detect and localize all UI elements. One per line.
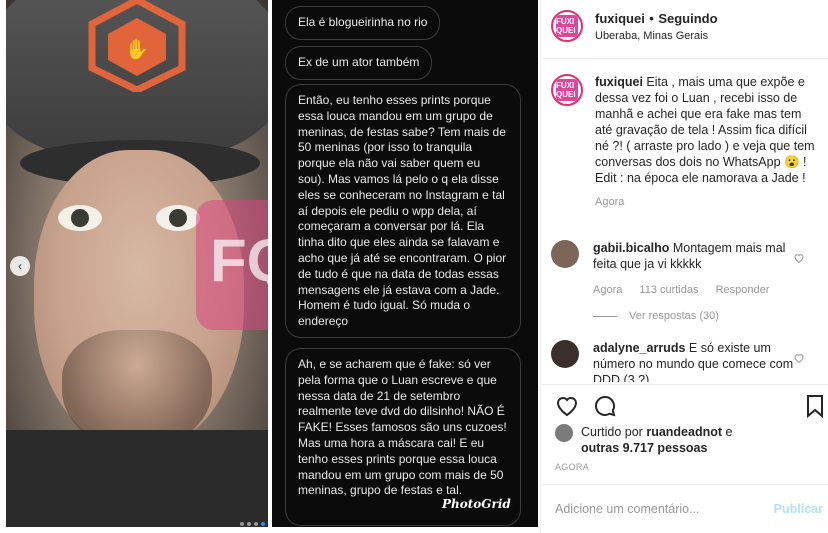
chat-bubble-text: Ela é blogueirinha no rio [298, 15, 428, 29]
carousel-dot-active [261, 522, 265, 526]
view-replies[interactable]: Ver respostas (30) [593, 308, 799, 324]
bookmark-icon[interactable] [803, 394, 827, 418]
caption-edit: Edit : na época ele namorava a Jade ! [595, 171, 806, 185]
comment: adalyne_arruds E só existe um número no … [551, 340, 821, 382]
comment-likes[interactable]: 113 curtidas [639, 284, 698, 296]
brand-watermark-icon: FQ [196, 200, 268, 330]
chat-screenshot: Ela é blogueirinha no rio Ex de um ator … [272, 0, 538, 527]
chat-bubble: Então, eu tenho esses prints porque essa… [285, 84, 521, 338]
shirt [6, 430, 268, 527]
reply-button[interactable]: Responder [716, 284, 770, 296]
post-username[interactable]: fuxiquei [595, 11, 645, 26]
comment-time: Agora [593, 284, 623, 296]
header-separator: • [649, 11, 654, 26]
carousel-dots [240, 513, 268, 531]
selfie-photo: ✋ FQ [6, 0, 268, 527]
post-caption: FUXI QUEI fuxiquei Eita , mais uma que e… [551, 74, 821, 210]
caption-time: Agora [595, 196, 625, 208]
right-eye [156, 205, 200, 231]
carousel-dot [254, 522, 258, 526]
action-bar [555, 394, 617, 418]
post-media: ✋ FQ ‹ Ela é blogueirinha no rio Ex de u… [0, 0, 540, 533]
cap-logo-icon: ✋ [88, 0, 186, 92]
comment-avatar[interactable] [551, 240, 579, 268]
carousel-prev-button[interactable]: ‹ [10, 256, 30, 276]
post-location[interactable]: Uberaba, Minas Gerais [595, 30, 718, 42]
view-replies-label: Ver respostas (30) [629, 310, 719, 322]
caption-text: Eita , mais uma que expõe e dessa vez fo… [595, 75, 815, 169]
divider [541, 58, 828, 59]
post-panel: FUXI QUEI fuxiquei • Seguindo Uberaba, M… [540, 0, 828, 533]
chat-bubble: Ex de um ator também [285, 46, 433, 80]
chat-bubble: Ela é blogueirinha no rio [285, 6, 441, 40]
carousel-dot [247, 522, 251, 526]
caption-username[interactable]: fuxiquei [595, 75, 643, 89]
liker-username[interactable]: ruandeadnot [646, 425, 722, 439]
chat-bubble-text: Ah, e se acharem que é fake: só ver pela… [298, 357, 507, 498]
liked-prefix: Curtido por [581, 425, 643, 439]
svg-text:✋: ✋ [125, 37, 150, 61]
carousel-dot [240, 522, 244, 526]
publish-button[interactable]: Publicar [774, 502, 823, 516]
comment-username[interactable]: gabii.bicalho [593, 241, 669, 255]
comment-username[interactable]: adalyne_arruds [593, 341, 685, 355]
comment-avatar[interactable] [551, 340, 579, 368]
post-header: FUXI QUEI fuxiquei • Seguindo Uberaba, M… [551, 10, 718, 42]
liked-by: Curtido por ruandeadnot e outras 9.717 p… [555, 424, 732, 456]
divider [541, 384, 828, 385]
chat-bubble-text: Ex de um ator também [298, 55, 420, 69]
liked-others[interactable]: outras 9.717 pessoas [581, 441, 707, 455]
comment-input[interactable]: Adicione um comentário... [555, 502, 700, 516]
chat-bubble-text: Então, eu tenho esses prints porque essa… [298, 93, 507, 329]
left-eye [58, 205, 102, 231]
avatar-logo: FUXI QUEI [556, 79, 578, 101]
photogrid-watermark: PhotoGrid [442, 497, 511, 511]
replies-line [593, 315, 617, 317]
caption-avatar[interactable]: FUXI QUEI [551, 74, 583, 106]
heart-icon[interactable] [555, 394, 579, 418]
follow-button[interactable]: Seguindo [658, 11, 717, 26]
add-comment-bar: Adicione um comentário... Publicar [541, 484, 828, 533]
liker-avatar[interactable] [555, 424, 573, 442]
comment-icon[interactable] [593, 394, 617, 418]
liked-middle: e [725, 425, 733, 439]
post-timestamp[interactable]: AGORA [555, 462, 589, 472]
comment: gabii.bicalho Montagem mais mal feita qu… [551, 240, 821, 324]
small-heart-icon[interactable] [793, 352, 805, 364]
small-heart-icon[interactable] [793, 252, 805, 264]
avatar-logo: FUXI QUEI [556, 15, 578, 37]
avatar[interactable]: FUXI QUEI [551, 10, 583, 42]
